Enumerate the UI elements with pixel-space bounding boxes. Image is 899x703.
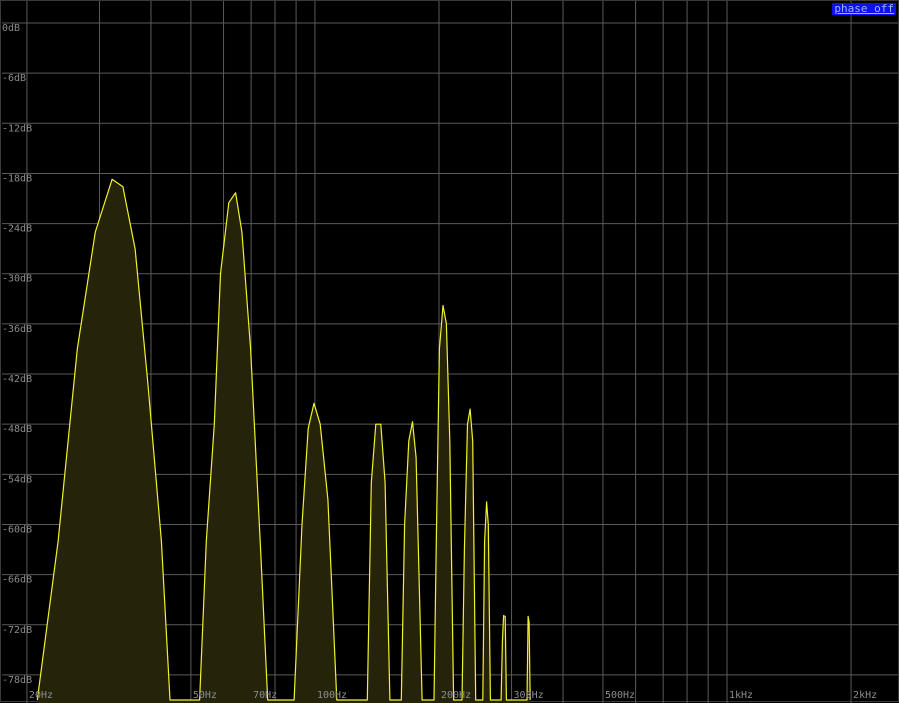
spectrum-plot: 0dB -6dB -12dB -18dB -24dB -30dB -36dB -42dB -48… xyxy=(2,1,898,703)
x-tick-label: 500Hz xyxy=(605,690,635,701)
x-tick-label: 1kHz xyxy=(729,690,753,701)
y-tick-label: -24dB xyxy=(2,224,32,235)
y-tick-label: -78dB xyxy=(2,675,32,686)
y-tick-label: -48dB xyxy=(2,424,32,435)
y-tick-label: -60dB xyxy=(2,524,32,535)
x-tick-label: 200Hz xyxy=(441,690,471,701)
phase-toggle-button[interactable]: phase off xyxy=(832,3,896,15)
y-tick-label: -72dB xyxy=(2,625,32,636)
y-tick-label: -12dB xyxy=(2,123,32,134)
x-tick-label: 70Hz xyxy=(253,690,277,701)
y-tick-label: -54dB xyxy=(2,474,32,485)
y-tick-label: -66dB xyxy=(2,575,32,586)
y-tick-label: -42dB xyxy=(2,374,32,385)
x-tick-label: 50Hz xyxy=(193,690,217,701)
y-tick-label: 0dB xyxy=(2,23,20,34)
x-tick-label: 2kHz xyxy=(853,690,877,701)
y-tick-label: -18dB xyxy=(2,173,32,184)
x-tick-label: 100Hz xyxy=(317,690,347,701)
y-tick-label: -30dB xyxy=(2,274,32,285)
x-tick-label: 300Hz xyxy=(514,690,544,701)
x-tick-label: 20Hz xyxy=(29,690,53,701)
y-tick-label: -6dB xyxy=(2,73,26,84)
spectrum-analyzer-frame: 0dB -6dB -12dB -18dB -24dB -30dB -36dB -42dB -48… xyxy=(0,0,899,703)
y-tick-label: -36dB xyxy=(2,324,32,335)
